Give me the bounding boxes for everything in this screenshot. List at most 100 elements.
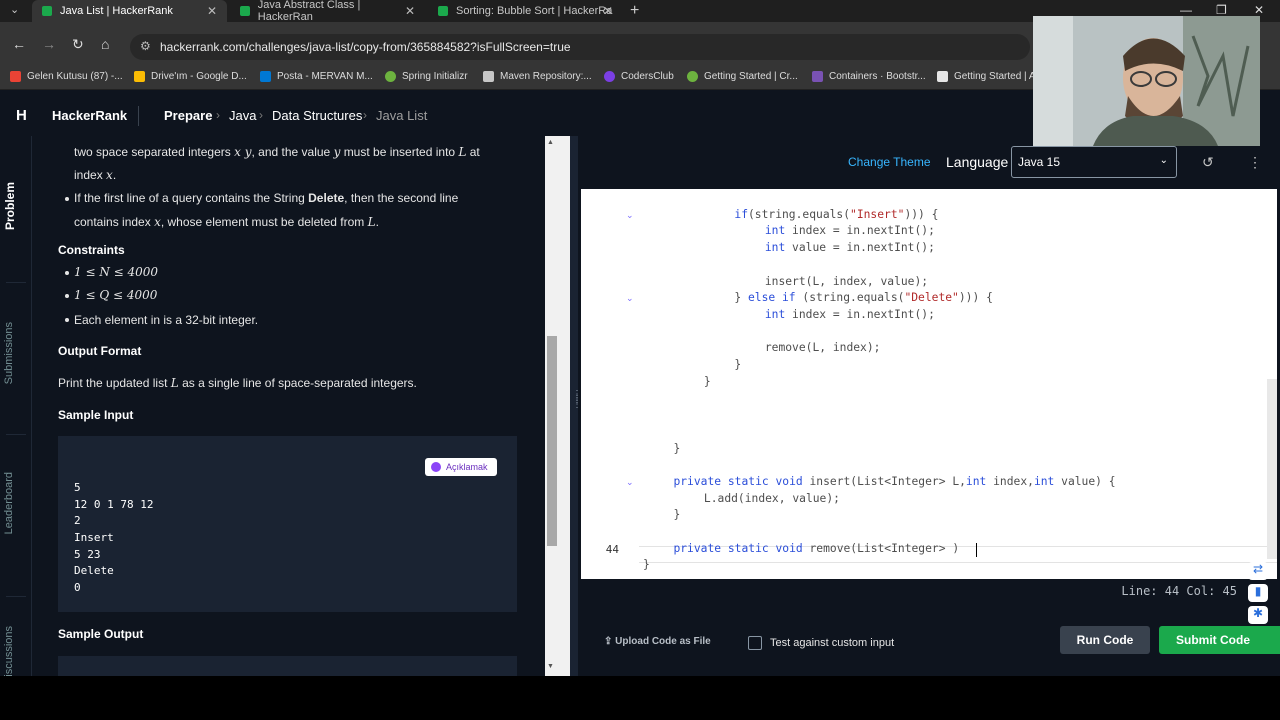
home-icon[interactable]: ⌂ [101,36,109,52]
browser-tab-java-abstract[interactable]: Java Abstract Class | HackerRan ✕ [230,0,425,23]
translate-icon[interactable]: ⇄ [1248,562,1268,580]
tab-problem[interactable]: Problem [3,182,17,230]
problem-text-line: contains index x, whose element must be … [74,215,379,229]
close-icon[interactable]: ✕ [603,4,613,18]
bookmark-item[interactable]: Posta - MERVAN M... [260,71,373,82]
hackerrank-logo-icon[interactable]: H [16,107,27,124]
screen: ⌄ Java List | HackerRank ✕ Java Abstract… [0,0,1280,720]
sample-input-line: Delete [74,564,114,577]
tab-submissions[interactable]: Submissions [3,322,15,384]
problem-scrollbar[interactable]: ▲ ▼ [543,136,570,676]
breadcrumb-separator-icon: › [259,108,263,122]
reload-icon[interactable]: ↻ [72,36,84,53]
bookmark-item[interactable]: Drive'ım - Google D... [134,71,247,82]
editor-actions: ⇪ Upload Code as File Test against custo… [578,626,1280,666]
bootstrap-icon [812,71,823,82]
editor-scrollbar[interactable] [1267,379,1277,559]
change-theme-link[interactable]: Change Theme [848,155,931,169]
sample-input-heading: Sample Input [58,408,134,422]
close-icon[interactable]: ✕ [207,4,217,18]
forward-icon[interactable]: → [42,36,56,52]
breadcrumb-java[interactable]: Java [229,108,256,123]
new-tab-icon[interactable]: + [630,2,639,20]
history-icon[interactable]: ↺ [1202,154,1214,171]
scroll-thumb[interactable] [547,336,557,546]
chevron-down-icon: ⌄ [1159,155,1168,166]
custom-input-label: Test against custom input [770,637,895,649]
explain-button[interactable]: Açıklamak [425,458,497,476]
bookmark-icon[interactable]: ▮ [1248,584,1268,602]
back-icon[interactable]: ← [12,36,26,52]
tab-title: Java List | HackerRank [60,5,173,17]
hackerrank-favicon-icon [42,6,52,16]
bookmark-item[interactable]: Gelen Kutusu (87) -... [10,71,123,82]
sample-input-line: 5 [74,481,81,494]
constraint-item: 1 ≤ Q ≤ 4000 [74,288,158,302]
language-label: Language [946,154,1009,170]
bookmark-item[interactable]: Spring Initializr [385,71,468,82]
breadcrumb-prepare[interactable]: Prepare [164,108,212,123]
hackerrank-favicon-icon [438,6,448,16]
problem-tabs-rail: Problem Submissions Leaderboard Discussi… [0,136,32,685]
webcam-person-image [1033,16,1260,146]
google-drive-icon [134,71,145,82]
editor-status-bar: Line: 44 Col: 45 [581,579,1277,603]
tab-leaderboard[interactable]: Leaderboard [3,472,15,534]
page-icon [937,71,948,82]
bullet [65,271,69,275]
scroll-up-icon[interactable]: ▲ [547,139,554,146]
custom-input-checkbox[interactable] [748,636,762,650]
sample-input-line: 12 0 1 78 12 [74,498,154,511]
problem-text-line: two space separated integers x y, and th… [74,145,480,159]
upload-code-button[interactable]: ⇪ Upload Code as File [604,636,711,647]
fold-toggle-icon[interactable]: ⌄ [626,477,634,488]
code-line: int index = in.nextInt(); [764,307,935,321]
editor-panel: Change Theme Language Java 15 ⌄ ↺ ⋮ ⌄ ⌄ ⌄ 4… [578,136,1280,676]
submit-code-button[interactable]: Submit Code [1159,626,1280,654]
fold-toggle-icon[interactable]: ⌄ [626,210,634,221]
maven-icon [483,71,494,82]
bookmark-item[interactable]: Getting Started | A [937,71,1036,82]
fold-toggle-icon[interactable]: ⌄ [626,293,634,304]
problem-text-line: index x. [74,168,117,182]
url-text: hackerrank.com/challenges/java-list/copy… [160,40,571,54]
bookmark-item[interactable]: Containers · Bootstr... [812,71,926,82]
code-line: } [734,358,742,371]
spring-icon [385,71,396,82]
window-close-icon[interactable]: ✕ [1254,3,1264,17]
minimize-icon[interactable]: — [1180,3,1192,17]
bullet [65,318,69,322]
bookmark-item[interactable]: Getting Started | Cr... [687,71,798,82]
sample-output-heading: Sample Output [58,627,144,641]
browser-tab-bubble-sort[interactable]: Sorting: Bubble Sort | HackerRa ✕ [428,0,623,22]
site-logo[interactable]: HackerRank [52,108,127,123]
code-line: if(string.equals("Insert"))) { [734,207,939,221]
tab-search-icon[interactable]: ⌄ [10,3,19,16]
bookmark-item[interactable]: CodersClub [604,71,674,82]
language-select[interactable]: Java 15 ⌄ [1011,146,1177,178]
bullet [65,197,69,201]
code-editor[interactable]: ⌄ ⌄ ⌄ 44 if(string.equals("Insert"))) {int … [581,189,1277,579]
sample-input-line: 2 [74,514,81,527]
code-line: } [673,508,681,522]
output-format-heading: Output Format [58,344,142,358]
breadcrumb-data-structures[interactable]: Data Structures [272,108,362,123]
breadcrumb-separator-icon: › [216,108,220,122]
code-line: int index = in.nextInt(); [764,224,935,238]
divider [138,106,139,126]
code-line: } [673,441,681,455]
browser-tab-java-list[interactable]: Java List | HackerRank ✕ [32,0,227,22]
problem-text-line: If the first line of a query contains th… [74,191,459,205]
address-bar[interactable]: ⚙ hackerrank.com/challenges/java-list/co… [130,34,1030,60]
restore-icon[interactable]: ❐ [1216,3,1227,17]
sample-input-line: 0 [74,581,81,594]
code-line: remove(L, index); [764,341,881,355]
divider [6,282,26,283]
extension-icon[interactable]: ✱ [1248,606,1268,624]
run-code-button[interactable]: Run Code [1060,626,1150,654]
more-options-icon[interactable]: ⋮ [1248,154,1262,171]
bookmark-item[interactable]: Maven Repository:... [483,71,592,82]
site-info-icon[interactable]: ⚙ [140,39,151,53]
close-icon[interactable]: ✕ [405,4,415,18]
scroll-down-icon[interactable]: ▼ [547,663,554,670]
